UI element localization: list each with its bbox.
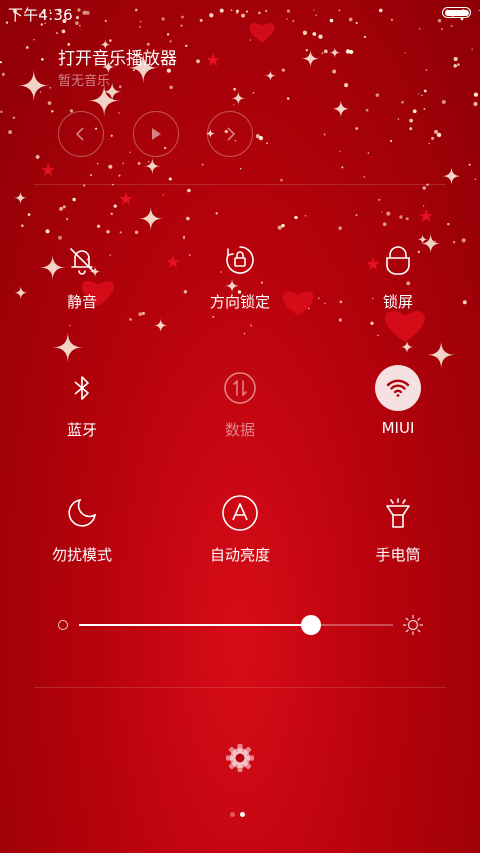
- auto-brightness-icon: [217, 490, 263, 536]
- bell-muted-icon: [59, 237, 105, 283]
- music-subtitle: 暂无音乐: [58, 74, 111, 89]
- data-arrows-icon: [217, 365, 263, 411]
- wifi-icon: [375, 365, 421, 411]
- brightness-low-icon: [58, 620, 68, 630]
- rotation-lock-icon: [217, 237, 263, 283]
- toggle-dnd[interactable]: 勿扰模式: [12, 490, 152, 580]
- toggle-wifi[interactable]: MIUI: [328, 365, 468, 455]
- brightness-fill: [79, 624, 312, 626]
- lock-icon: [375, 237, 421, 283]
- toggle-auto-brightness-label: 自动亮度: [209, 546, 270, 564]
- status-time: 下午4:36: [8, 6, 73, 24]
- toggle-data-label: 数据: [224, 421, 255, 439]
- settings-gear-icon[interactable]: [224, 742, 256, 774]
- toggle-flashlight[interactable]: 手电筒: [328, 490, 468, 580]
- music-player-title[interactable]: 打开音乐播放器: [58, 44, 177, 69]
- divider: [34, 687, 446, 688]
- toggle-bluetooth[interactable]: 蓝牙: [12, 365, 152, 455]
- bluetooth-icon: [59, 365, 105, 411]
- brightness-high-icon: [402, 614, 424, 636]
- toggle-bluetooth-label: 蓝牙: [66, 421, 97, 439]
- divider: [34, 184, 446, 185]
- toggle-lock-screen[interactable]: 锁屏: [328, 237, 468, 327]
- brightness-thumb[interactable]: [301, 615, 322, 635]
- toggle-flashlight-label: 手电筒: [375, 546, 421, 564]
- svg-text:★: ★: [118, 189, 134, 210]
- svg-text:★: ★: [205, 50, 221, 71]
- previous-button[interactable]: [58, 111, 104, 157]
- toggle-mute-label: 静音: [66, 293, 97, 311]
- toggle-rotation-lock-label: 方向锁定: [209, 293, 270, 311]
- play-button[interactable]: [133, 111, 179, 157]
- toggle-data[interactable]: 数据: [170, 365, 310, 455]
- toggle-rotation-lock[interactable]: 方向锁定: [170, 237, 310, 327]
- page-indicator: [230, 812, 245, 817]
- moon-icon: [59, 490, 105, 536]
- page-dot-current: [240, 812, 245, 817]
- toggle-wifi-label: MIUI: [381, 419, 415, 437]
- toggle-mute[interactable]: 静音: [12, 237, 152, 327]
- brightness-slider[interactable]: [58, 613, 424, 637]
- toggle-dnd-label: 勿扰模式: [51, 546, 112, 564]
- toggle-lock-screen-label: 锁屏: [382, 293, 413, 311]
- previous-icon: [75, 127, 84, 141]
- toggle-auto-brightness[interactable]: 自动亮度: [170, 490, 310, 580]
- next-button[interactable]: [207, 111, 253, 157]
- flashlight-icon: [375, 490, 421, 536]
- next-icon: [227, 127, 236, 141]
- page-dot: [230, 812, 235, 817]
- battery-icon: [442, 7, 471, 18]
- play-icon: [152, 128, 161, 140]
- brightness-track[interactable]: [79, 615, 393, 635]
- svg-text:★: ★: [40, 160, 56, 181]
- svg-text:★: ★: [418, 206, 434, 227]
